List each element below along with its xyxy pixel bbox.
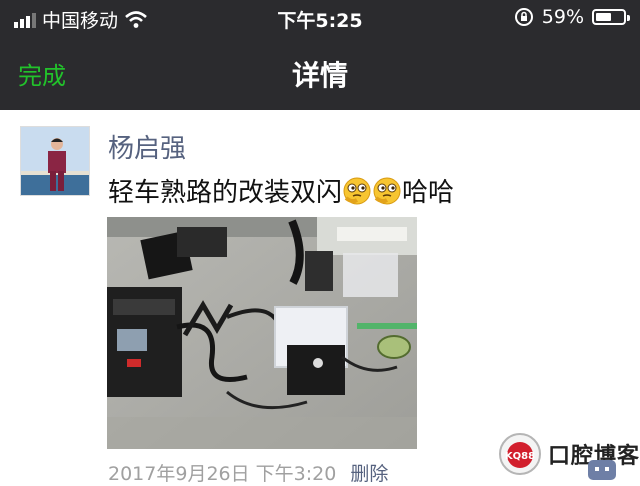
thinking-face-emoji-icon <box>373 177 401 204</box>
flash-equipment-photo <box>107 217 417 449</box>
nav-bar: 完成 详情 <box>0 36 640 110</box>
post-timestamp: 2017年9月26日 下午3:20 <box>108 463 337 485</box>
kq88-logo-icon: KQ88 <box>499 433 541 475</box>
page-title: 详情 <box>291 59 348 92</box>
post-meta: 2017年9月26日 下午3:20 删除 <box>108 459 388 486</box>
post-text-main: 轻车熟路的改装双闪 <box>108 178 343 208</box>
thinking-face-emoji-icon <box>343 177 371 204</box>
username[interactable]: 杨启强 <box>108 128 186 165</box>
watermark: KQ88 口腔博客 <box>498 432 640 476</box>
status-right: 59% <box>514 6 630 28</box>
avatar-image <box>21 127 89 195</box>
watermark-badge: KQ88 <box>505 451 535 462</box>
chat-robot-icon <box>588 460 616 480</box>
top-bar: 中国移动 下午5:25 59% 完成 详情 <box>0 0 640 110</box>
battery-icon <box>592 9 630 25</box>
avatar[interactable] <box>20 126 90 196</box>
post-photo[interactable] <box>107 217 417 449</box>
battery-fill <box>596 13 611 21</box>
status-bar: 中国移动 下午5:25 59% <box>0 0 640 36</box>
post-text-suffix: 哈哈 <box>402 178 455 208</box>
post-text: 轻车熟路的改装双闪 哈哈 <box>108 172 454 209</box>
rotation-lock-icon <box>514 8 533 26</box>
delete-button[interactable]: 删除 <box>350 459 388 486</box>
battery-percent: 59% <box>541 6 584 28</box>
